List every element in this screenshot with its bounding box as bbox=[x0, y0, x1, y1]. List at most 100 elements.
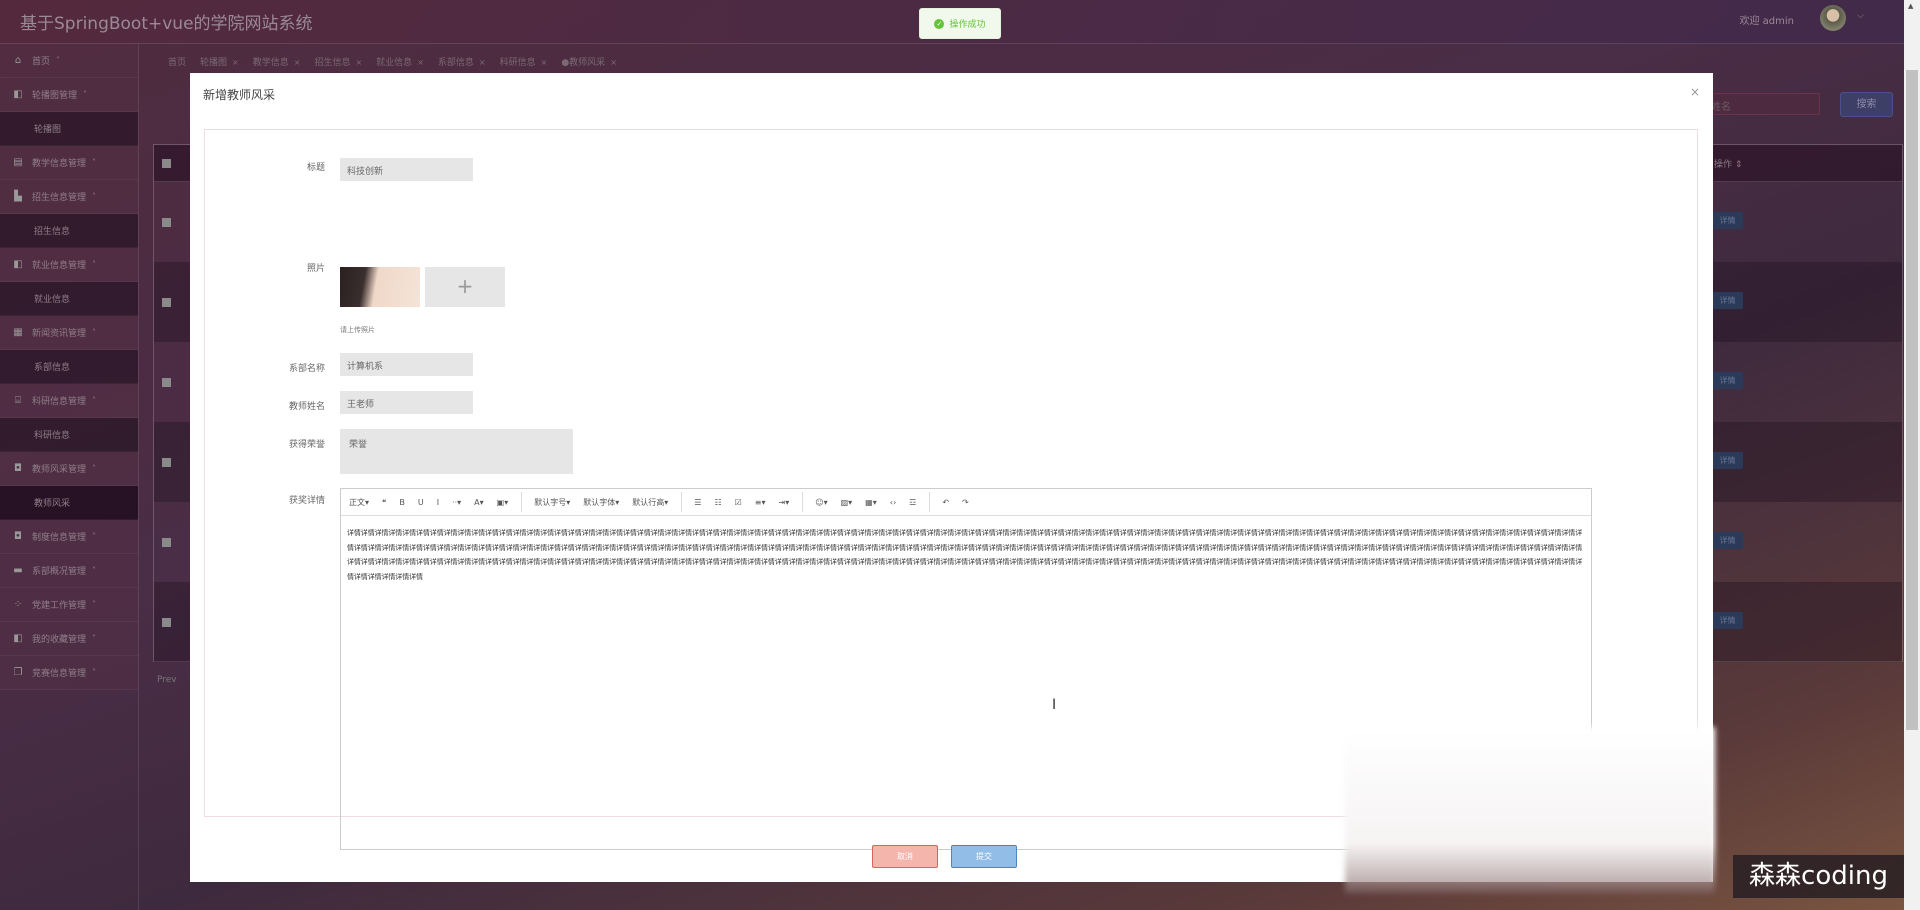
detail-button[interactable]: 详情 bbox=[1712, 532, 1743, 549]
row-checkbox[interactable] bbox=[162, 618, 171, 627]
select-all-checkbox[interactable] bbox=[162, 159, 171, 168]
toolbar-button[interactable]: ☺▾ bbox=[815, 498, 827, 507]
sidebar-item[interactable]: ▦ 新闻资讯管理 ˄ bbox=[0, 316, 138, 350]
tab-close-icon[interactable]: × bbox=[417, 58, 424, 67]
sidebar-item[interactable]: 科研信息 bbox=[0, 418, 138, 452]
tab[interactable]: 教学信息 × bbox=[253, 55, 301, 68]
upload-plus-button[interactable]: + bbox=[425, 267, 505, 307]
toolbar-button[interactable]: ··▾ bbox=[452, 498, 461, 507]
sidebar-item[interactable]: ◧ 就业信息管理 ˄ bbox=[0, 248, 138, 282]
editor-content[interactable]: 详情详情详情详情详情详情详情详情详情详情详情详情详情详情详情详情详情详情详情详情… bbox=[341, 516, 1591, 594]
toolbar-button[interactable]: ☲ bbox=[909, 498, 916, 507]
toolbar-button[interactable]: A▾ bbox=[474, 498, 484, 507]
tab[interactable]: 轮播图 × bbox=[200, 55, 239, 68]
sidebar-item[interactable]: ⁘ 党建工作管理 ˅ bbox=[0, 588, 138, 622]
title-label: 标题 bbox=[306, 163, 325, 173]
sidebar-item[interactable]: 系部信息 bbox=[0, 350, 138, 384]
tab[interactable]: 首页 bbox=[168, 55, 186, 68]
sidebar-item[interactable]: ◘ 制度信息管理 ˅ bbox=[0, 520, 138, 554]
toolbar-button[interactable]: B bbox=[399, 498, 405, 507]
detail-button[interactable]: 详情 bbox=[1712, 372, 1743, 389]
detail-button[interactable]: 详情 bbox=[1712, 612, 1743, 629]
search-input[interactable]: 姓名 bbox=[1700, 93, 1820, 115]
watermark: 森森coding bbox=[1733, 855, 1904, 898]
toolbar-button[interactable]: 默认行高▾ bbox=[632, 497, 668, 508]
prev-page-button[interactable]: Prev bbox=[157, 675, 177, 685]
tab[interactable]: 就业信息 × bbox=[376, 55, 424, 68]
operation-header[interactable]: 操作 ⇕ bbox=[1714, 157, 1742, 170]
chevron-up-icon: ˄ bbox=[92, 260, 97, 269]
sidebar-item[interactable]: 就业信息 bbox=[0, 282, 138, 316]
sidebar-item[interactable]: ⌂ 首页 ˅ bbox=[0, 44, 138, 78]
search-button[interactable]: 搜索 bbox=[1840, 92, 1893, 117]
row-checkbox[interactable] bbox=[162, 538, 171, 547]
tab-close-icon[interactable]: × bbox=[479, 58, 486, 67]
toolbar-button[interactable]: I bbox=[437, 498, 439, 507]
sidebar-item[interactable]: 教师风采 bbox=[0, 486, 138, 520]
sidebar-item[interactable]: ◧ 我的收藏管理 ˅ bbox=[0, 622, 138, 656]
toolbar-button[interactable]: U bbox=[418, 498, 424, 507]
panel-icon: ◧ bbox=[13, 633, 23, 644]
tab-close-icon[interactable]: × bbox=[232, 58, 239, 67]
app-title: 基于SpringBoot+vue的学院网站系统 bbox=[20, 14, 313, 34]
honor-textarea[interactable]: 荣誉 bbox=[340, 429, 573, 474]
sidebar-item-label: 制度信息管理 bbox=[32, 533, 87, 543]
row-checkbox[interactable] bbox=[162, 298, 171, 307]
detail-button[interactable]: 详情 bbox=[1712, 212, 1743, 229]
scroll-up-icon[interactable]: ▲ bbox=[1908, 2, 1913, 10]
toolbar-button[interactable]: ▣▾ bbox=[497, 498, 509, 507]
toolbar-button[interactable]: ▨▾ bbox=[841, 498, 853, 507]
toolbar-button[interactable]: ↶ bbox=[942, 498, 949, 507]
sidebar-item[interactable]: ◧ 轮播图管理 ˄ bbox=[0, 78, 138, 112]
sidebar-item[interactable]: ⌸ 科研信息管理 ˄ bbox=[0, 384, 138, 418]
toolbar-button[interactable]: ↷ bbox=[962, 498, 969, 507]
toolbar-button[interactable]: ☷ bbox=[714, 498, 721, 507]
tab-close-icon[interactable]: × bbox=[294, 58, 301, 67]
page-scrollbar[interactable]: ▲ bbox=[1904, 0, 1920, 910]
toolbar-button[interactable]: ☑ bbox=[735, 498, 742, 507]
sidebar-item[interactable]: 轮播图 bbox=[0, 112, 138, 146]
toolbar-button[interactable]: ❝ bbox=[382, 498, 386, 507]
tab-close-icon[interactable]: × bbox=[355, 58, 362, 67]
sidebar-item-label: 我的收藏管理 bbox=[32, 635, 87, 645]
toolbar-button[interactable]: ≡▾ bbox=[755, 498, 766, 507]
toolbar-button[interactable]: 默认字号▾ bbox=[534, 497, 570, 508]
close-icon[interactable]: × bbox=[1690, 85, 1700, 99]
dept-input[interactable]: 计算机系 bbox=[340, 353, 473, 376]
tab-close-icon[interactable]: × bbox=[610, 58, 617, 67]
sidebar-item[interactable]: ▙ 招生信息管理 ˄ bbox=[0, 180, 138, 214]
scroll-thumb[interactable] bbox=[1906, 70, 1918, 730]
sidebar-item-label: 教师风采管理 bbox=[32, 465, 87, 475]
tab[interactable]: 系部信息 × bbox=[438, 55, 486, 68]
row-checkbox[interactable] bbox=[162, 378, 171, 387]
sidebar-item[interactable]: ▬ 系部概况管理 ˅ bbox=[0, 554, 138, 588]
toolbar-button[interactable]: ⇥▾ bbox=[779, 498, 790, 507]
sidebar-item-label: 系部概况管理 bbox=[32, 567, 87, 577]
cancel-button[interactable]: 取消 bbox=[872, 845, 938, 868]
detail-button[interactable]: 详情 bbox=[1712, 292, 1743, 309]
chevron-down-icon[interactable]: ⌵ bbox=[1857, 11, 1864, 21]
teacher-input[interactable]: 王老师 bbox=[340, 391, 473, 414]
toolbar-button[interactable]: ▦▾ bbox=[865, 498, 877, 507]
tab-close-icon[interactable]: × bbox=[541, 58, 548, 67]
toolbar-button[interactable]: 正文▾ bbox=[349, 497, 369, 508]
toolbar-button[interactable]: ☰ bbox=[694, 498, 701, 507]
row-checkbox[interactable] bbox=[162, 458, 171, 467]
chip-icon: ◘ bbox=[14, 531, 22, 542]
title-input[interactable]: 科技创新 bbox=[340, 158, 473, 181]
tab[interactable]: 招生信息 × bbox=[314, 55, 362, 68]
sidebar-item[interactable]: ◘ 教师风采管理 ˄ bbox=[0, 452, 138, 486]
photo-thumbnail[interactable] bbox=[340, 267, 420, 307]
sidebar-item[interactable]: ▤ 教学信息管理 ˅ bbox=[0, 146, 138, 180]
sidebar-item-label: 科研信息管理 bbox=[32, 397, 87, 407]
detail-button[interactable]: 详情 bbox=[1712, 452, 1743, 469]
tab[interactable]: 科研信息 × bbox=[500, 55, 548, 68]
submit-button[interactable]: 提交 bbox=[951, 845, 1017, 868]
toolbar-button[interactable]: ‹› bbox=[890, 498, 896, 507]
sidebar-item[interactable]: ❐ 竞赛信息管理 ˅ bbox=[0, 656, 138, 690]
avatar[interactable] bbox=[1820, 5, 1846, 31]
row-checkbox[interactable] bbox=[162, 218, 171, 227]
sidebar-item[interactable]: 招生信息 bbox=[0, 214, 138, 248]
toolbar-button[interactable]: 默认字体▾ bbox=[583, 497, 619, 508]
tab[interactable]: ●教师风采 × bbox=[561, 55, 617, 68]
